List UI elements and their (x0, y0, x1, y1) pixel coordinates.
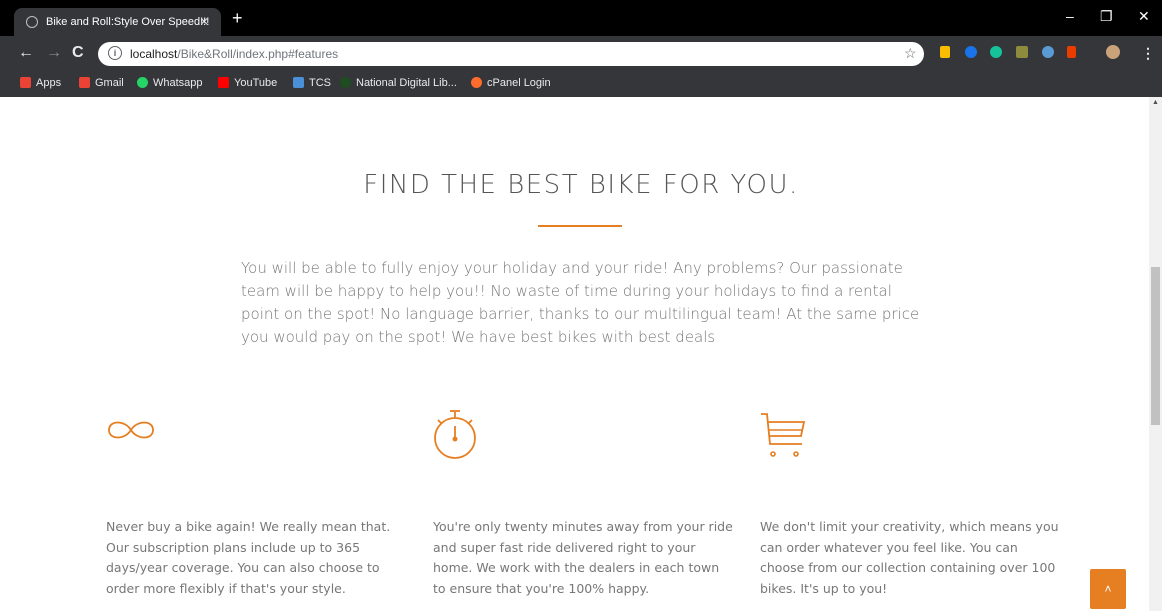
apps-grid-icon (20, 77, 31, 88)
tab-strip: Bike and Roll:Style Over Speed!!! × + – … (0, 0, 1162, 36)
section-intro: You will be able to fully enjoy your hol… (241, 259, 920, 346)
section-title: FIND THE BEST BIKE FOR YOU. (363, 170, 799, 200)
browser-chrome: Bike and Roll:Style Over Speed!!! × + – … (0, 0, 1162, 97)
bookmark-cpanel[interactable]: cPanel Login (471, 77, 551, 89)
grammarly-icon[interactable] (990, 46, 1002, 58)
bookmark-whatsapp[interactable]: Whatsapp (137, 77, 203, 89)
cart-icon (758, 410, 808, 465)
title-underline (538, 225, 622, 227)
extension-face-icon[interactable] (1042, 46, 1054, 58)
bookmark-label: TCS (309, 77, 331, 89)
reload-icon[interactable]: C (72, 43, 84, 63)
browser-toolbar: ← → C i localhost/Bike&Roll/index.php#fe… (0, 36, 1162, 72)
url-path: /Bike&Roll/index.php#features (177, 47, 339, 61)
tab-title: Bike and Roll:Style Over Speed!!! (46, 16, 210, 28)
profile-avatar[interactable] (1106, 45, 1120, 59)
bookmark-gmail[interactable]: Gmail (79, 77, 124, 89)
restore-button[interactable]: ❐ (1100, 8, 1113, 25)
bookmark-label: Gmail (95, 77, 124, 89)
scroll-up-arrow-icon[interactable]: ▲ (1152, 99, 1159, 106)
office-icon[interactable] (1067, 46, 1076, 58)
url-text: localhost/Bike&Roll/index.php#features (130, 47, 338, 61)
minimize-button[interactable]: – (1066, 8, 1074, 24)
bookmark-ndl[interactable]: National Digital Lib... (340, 77, 457, 89)
address-bar[interactable]: i localhost/Bike&Roll/index.php#features… (98, 42, 924, 66)
bookmarks-bar: Apps Gmail Whatsapp YouTube TCS National… (0, 72, 1162, 97)
browser-tab[interactable]: Bike and Roll:Style Over Speed!!! × (14, 8, 221, 36)
feature-text-delivery: You're only twenty minutes away from you… (433, 519, 733, 596)
youtube-icon (218, 77, 229, 88)
bookmark-label: Apps (36, 77, 62, 89)
bookmark-star-icon[interactable]: ☆ (904, 45, 917, 62)
bookmark-label: National Digital Lib... (356, 77, 457, 89)
stopwatch-icon (431, 406, 479, 467)
extension-dropbox-icon[interactable] (1016, 46, 1028, 58)
ndl-icon (340, 77, 351, 88)
feature-text-subscription: Never buy a bike again! We really mean t… (106, 519, 391, 596)
menu-dots-icon[interactable]: ⋮ (1141, 43, 1155, 63)
infinity-icon (106, 417, 156, 448)
scrollbar-thumb[interactable] (1151, 267, 1160, 425)
feature-text-collection: We don't limit your creativity, which me… (760, 519, 1059, 596)
page-scrollbar[interactable]: ▲ (1149, 97, 1162, 611)
features-section: FIND THE BEST BIKE FOR YOU. You will be … (0, 97, 1149, 611)
forward-arrow-icon[interactable]: → (46, 43, 62, 63)
back-arrow-icon[interactable]: ← (18, 43, 34, 63)
bookmark-label: YouTube (234, 77, 278, 89)
tcs-icon (293, 77, 304, 88)
extension-list-icon[interactable] (940, 46, 950, 58)
globe-icon (26, 16, 38, 28)
bookmark-tcs[interactable]: TCS (293, 77, 331, 89)
bookmark-label: cPanel Login (487, 77, 551, 89)
info-icon[interactable]: i (108, 46, 122, 60)
tab-close-button[interactable]: × (200, 13, 208, 29)
extension-blue-icon[interactable] (965, 46, 977, 58)
new-tab-button[interactable]: + (232, 9, 243, 27)
back-to-top-button[interactable]: ˄ (1090, 569, 1126, 609)
close-window-button[interactable]: ✕ (1138, 8, 1150, 25)
cpanel-icon (471, 77, 482, 88)
bookmark-youtube[interactable]: YouTube (218, 77, 277, 89)
url-host: localhost (130, 47, 178, 61)
bookmark-label: Whatsapp (153, 77, 203, 89)
gmail-icon (79, 77, 90, 88)
whatsapp-icon (137, 77, 148, 88)
bookmark-apps[interactable]: Apps (20, 77, 61, 89)
